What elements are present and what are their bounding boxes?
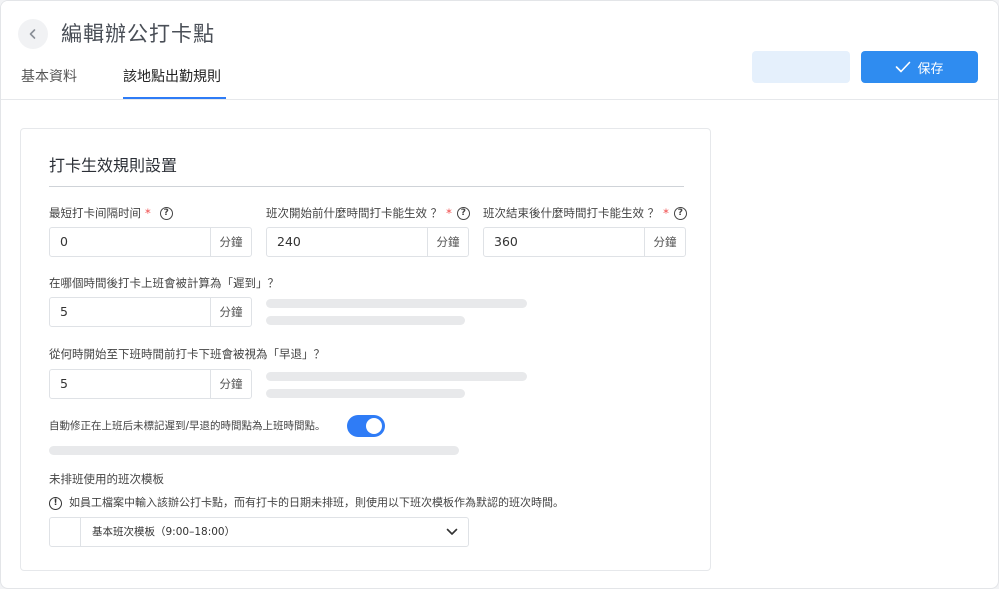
required-mark: * bbox=[145, 206, 151, 220]
unit-label: 分鐘 bbox=[210, 298, 251, 326]
page-title: 編輯辦公打卡點 bbox=[61, 22, 215, 46]
min-interval-label: 最短打卡间隔时间 * ? bbox=[49, 205, 173, 221]
check-icon bbox=[896, 61, 911, 73]
template-select-value: 基本班次模板（9:00–18:00） bbox=[92, 526, 236, 538]
secondary-button[interactable] bbox=[752, 51, 850, 83]
chevron-left-icon bbox=[29, 29, 36, 39]
early-leave-input-group: 5 分鐘 bbox=[49, 369, 252, 399]
app-frame: 編輯辦公打卡點 基本資料 該地點出勤規則 保存 打卡生效規則設置 最短打卡间隔时… bbox=[0, 0, 999, 589]
before-shift-label: 班次開始前什麼時間打卡能生效 ？ * ? bbox=[266, 205, 470, 221]
save-button[interactable]: 保存 bbox=[861, 51, 978, 83]
required-mark: * bbox=[446, 206, 452, 220]
before-shift-input-group: 240 分鐘 bbox=[266, 227, 469, 257]
section-title: 打卡生效規則設置 bbox=[49, 156, 178, 175]
unit-label: 分鐘 bbox=[644, 228, 685, 256]
skeleton-line bbox=[266, 389, 465, 398]
early-leave-label: 從何時開始至下班時間前打卡下班會被視為「早退」？ bbox=[49, 347, 325, 361]
auto-correct-label: 自動修正在上班后未標記遲到/早退的時間點為上班時間點。 bbox=[49, 420, 326, 432]
template-note: ! 如員工檔案中輸入該辦公打卡點，而有打卡的日期未排班，則使用以下班次模板作為默… bbox=[49, 495, 564, 511]
skeleton-line bbox=[266, 316, 465, 325]
select-prefix bbox=[50, 518, 81, 546]
after-shift-input-group: 360 分鐘 bbox=[483, 227, 686, 257]
skeleton-line bbox=[266, 299, 527, 308]
skeleton-line bbox=[49, 446, 459, 455]
tab-basic-info[interactable]: 基本資料 bbox=[21, 67, 77, 87]
auto-correct-toggle[interactable] bbox=[347, 415, 385, 437]
template-note-text: 如員工檔案中輸入該辦公打卡點，而有打卡的日期未排班，則使用以下班次模板作為默認的… bbox=[69, 496, 564, 509]
rules-card: 打卡生效規則設置 最短打卡间隔时间 * ? 0 分鐘 班次開始前什麼時間打卡能生… bbox=[20, 128, 711, 571]
late-threshold-input-group: 5 分鐘 bbox=[49, 297, 252, 327]
early-leave-input[interactable]: 5 bbox=[50, 370, 210, 398]
before-shift-input[interactable]: 240 bbox=[267, 228, 427, 256]
min-interval-input[interactable]: 0 bbox=[50, 228, 210, 256]
min-interval-input-group: 0 分鐘 bbox=[49, 227, 252, 257]
skeleton-line bbox=[266, 372, 527, 381]
template-label: 未排班使用的班次模板 bbox=[49, 472, 164, 486]
unit-label: 分鐘 bbox=[210, 228, 251, 256]
save-button-label: 保存 bbox=[917, 61, 944, 77]
late-threshold-input[interactable]: 5 bbox=[50, 298, 210, 326]
question-circle-icon[interactable]: ? bbox=[673, 206, 687, 220]
after-shift-input[interactable]: 360 bbox=[484, 228, 644, 256]
unit-label: 分鐘 bbox=[210, 370, 251, 398]
section-divider bbox=[49, 186, 684, 187]
after-shift-label: 班次結束後什麼時間打卡能生效 ？ * ? bbox=[483, 205, 687, 221]
template-select[interactable]: 基本班次模板（9:00–18:00） bbox=[49, 517, 469, 547]
unit-label: 分鐘 bbox=[427, 228, 468, 256]
chevron-down-icon bbox=[436, 518, 468, 546]
exclamation-circle-icon: ! bbox=[49, 496, 62, 510]
back-button[interactable] bbox=[18, 19, 48, 49]
late-threshold-label: 在哪個時間後打卡上班會被計算為「遲到」？ bbox=[49, 276, 279, 290]
required-mark: * bbox=[663, 206, 669, 220]
tab-attendance-rules[interactable]: 該地點出勤規則 bbox=[123, 67, 221, 87]
question-circle-icon[interactable]: ? bbox=[159, 206, 173, 220]
active-tab-indicator bbox=[123, 97, 226, 99]
toggle-knob bbox=[366, 418, 382, 434]
question-circle-icon[interactable]: ? bbox=[456, 206, 470, 220]
page-header: 編輯辦公打卡點 基本資料 該地點出勤規則 保存 bbox=[1, 1, 998, 100]
